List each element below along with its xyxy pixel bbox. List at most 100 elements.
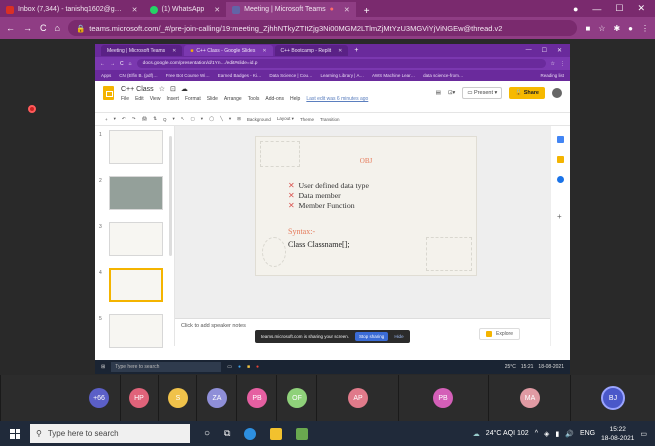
chevron-down-icon[interactable]: ▾ xyxy=(201,116,203,122)
avatar[interactable]: PB xyxy=(433,388,453,408)
maximize-button[interactable]: ☐ xyxy=(615,3,623,14)
windows-start-icon[interactable]: ⊞ xyxy=(101,364,105,370)
minimize-button[interactable]: — xyxy=(526,47,532,54)
chevron-down-icon[interactable]: ▾ xyxy=(114,116,116,122)
bookmark-apps[interactable]: Apps xyxy=(101,73,111,78)
profile-avatar-icon[interactable]: ● xyxy=(628,24,633,33)
transition-button[interactable]: Transition xyxy=(320,117,340,122)
battery-icon[interactable]: ▮ xyxy=(555,430,559,438)
comment-add-icon[interactable]: ⊞ xyxy=(237,116,241,122)
stop-sharing-button[interactable]: Stop sharing xyxy=(355,332,389,341)
menu-icon[interactable]: ⋮ xyxy=(560,61,565,67)
participant-tile[interactable]: OF xyxy=(276,375,316,421)
home-icon[interactable]: ⌂ xyxy=(55,23,60,33)
cloud-status-icon[interactable]: ☁ xyxy=(181,85,188,93)
menu-edit[interactable]: Edit xyxy=(135,96,144,102)
explorer-icon[interactable]: ■ xyxy=(247,364,250,370)
participant-tile[interactable]: BJ xyxy=(570,375,655,421)
paint-format-icon[interactable]: ⇅ xyxy=(153,116,157,122)
bookmark-item[interactable]: AWS Machine Lear… xyxy=(372,73,415,78)
slide-thumbnail[interactable] xyxy=(109,314,163,348)
inner-tab-replit[interactable]: C++ Bootcamp - Replit ✕ xyxy=(274,45,349,56)
bookmark-item[interactable]: CN (Elfin B. (pdf)… xyxy=(119,73,158,78)
google-slides-logo-icon[interactable] xyxy=(103,86,114,100)
tasks-icon[interactable] xyxy=(557,176,564,183)
move-folder-icon[interactable]: ⊡ xyxy=(170,85,176,93)
edge-icon[interactable]: ● xyxy=(238,364,241,370)
back-icon[interactable]: ← xyxy=(100,61,105,67)
reload-icon[interactable]: C xyxy=(40,23,47,33)
bookmark-item[interactable]: Learning Library | A… xyxy=(321,73,364,78)
tab-gmail[interactable]: Inbox (7,344) - tanishq1602@g… ✕ xyxy=(0,2,144,17)
layout-button[interactable]: Layout ▾ xyxy=(277,116,294,122)
task-view-icon[interactable]: ▭ xyxy=(227,364,232,370)
menu-file[interactable]: File xyxy=(121,96,129,102)
menu-help[interactable]: Help xyxy=(290,96,300,102)
avatar[interactable]: ZA xyxy=(207,388,227,408)
participant-tile[interactable]: S xyxy=(158,375,196,421)
new-tab-button[interactable]: + xyxy=(350,47,362,54)
current-slide[interactable]: OBJ ✕ User defined data type ✕ Data member… xyxy=(255,136,477,276)
filmstrip-scrollbar[interactable] xyxy=(169,136,172,256)
undo-icon[interactable]: ↶ xyxy=(122,116,126,122)
weather-icon[interactable]: ☁ xyxy=(473,430,480,438)
bookmark-item[interactable]: data science-from… xyxy=(423,73,463,78)
inner-search-box[interactable]: Type here to search xyxy=(111,362,222,372)
forward-icon[interactable]: → xyxy=(23,23,32,33)
task-view-icon[interactable]: ⧉ xyxy=(224,428,230,439)
minimize-button[interactable]: — xyxy=(592,4,601,14)
zoom-icon[interactable]: Q xyxy=(163,117,167,122)
print-icon[interactable]: 🖨 xyxy=(141,116,147,122)
chevron-down-icon[interactable]: ▾ xyxy=(229,116,231,122)
line-icon[interactable]: ╲ xyxy=(220,116,223,122)
present-button[interactable]: ▭ Present ▾ xyxy=(462,87,503,99)
new-slide-button[interactable]: + xyxy=(105,117,108,122)
theme-button[interactable]: Theme xyxy=(300,117,314,122)
reading-list[interactable]: Reading list xyxy=(540,73,570,78)
menu-icon[interactable]: ⋮ xyxy=(641,24,649,33)
participant-tile[interactable]: PB xyxy=(398,375,488,421)
slide-thumbnail-selected[interactable] xyxy=(109,268,163,302)
avatar[interactable]: AP xyxy=(348,388,368,408)
slide-thumbnail[interactable] xyxy=(109,176,163,210)
menu-view[interactable]: View xyxy=(150,96,161,102)
slide-thumbnail[interactable] xyxy=(109,222,163,256)
extension-icon[interactable]: ■ xyxy=(585,24,590,33)
text-box-icon[interactable]: ▢ xyxy=(191,116,195,122)
menu-format[interactable]: Format xyxy=(185,96,201,102)
close-icon[interactable]: ✕ xyxy=(132,6,138,14)
participant-tile[interactable]: AP xyxy=(316,375,398,421)
edge-icon[interactable] xyxy=(244,427,257,440)
participant-tile[interactable]: ZA xyxy=(196,375,236,421)
volume-icon[interactable]: 🔊 xyxy=(565,430,574,438)
clock[interactable]: 15:22 18-08-2021 xyxy=(601,425,634,443)
puzzle-icon[interactable]: ✱ xyxy=(613,24,620,33)
menu-insert[interactable]: Insert xyxy=(166,96,179,102)
close-icon[interactable]: ✕ xyxy=(214,6,220,14)
avatar[interactable]: HP xyxy=(129,388,149,408)
app-icon[interactable] xyxy=(296,427,309,440)
slide-thumbnail[interactable] xyxy=(109,130,163,164)
close-icon[interactable]: ✕ xyxy=(338,48,342,54)
shape-icon[interactable]: ◯ xyxy=(209,116,214,122)
file-explorer-icon[interactable] xyxy=(270,427,283,440)
calendar-icon[interactable] xyxy=(557,136,564,143)
select-icon[interactable]: ↖ xyxy=(181,116,185,122)
star-icon[interactable]: ☆ xyxy=(598,24,605,33)
tab-teams-meeting[interactable]: Meeting | Microsoft Teams ● ✕ xyxy=(226,2,356,17)
language-indicator[interactable]: ENG xyxy=(580,430,595,437)
share-button[interactable]: 🔒 Share xyxy=(509,87,545,99)
menu-tools[interactable]: Tools xyxy=(248,96,260,102)
maximize-button[interactable]: ☐ xyxy=(542,47,547,54)
menu-addons[interactable]: Add-ons xyxy=(265,96,284,102)
cortana-icon[interactable]: ○ xyxy=(204,428,210,439)
star-icon[interactable]: ☆ xyxy=(551,61,555,67)
reload-icon[interactable]: C xyxy=(120,61,124,67)
close-window-button[interactable]: ✕ xyxy=(637,3,645,14)
avatar[interactable]: MA xyxy=(520,388,540,408)
avatar[interactable]: S xyxy=(168,388,188,408)
menu-arrange[interactable]: Arrange xyxy=(224,96,242,102)
add-addon-icon[interactable]: + xyxy=(557,212,562,221)
weather-text[interactable]: 24°C AQI 102 xyxy=(486,430,529,437)
start-button[interactable] xyxy=(0,421,30,446)
